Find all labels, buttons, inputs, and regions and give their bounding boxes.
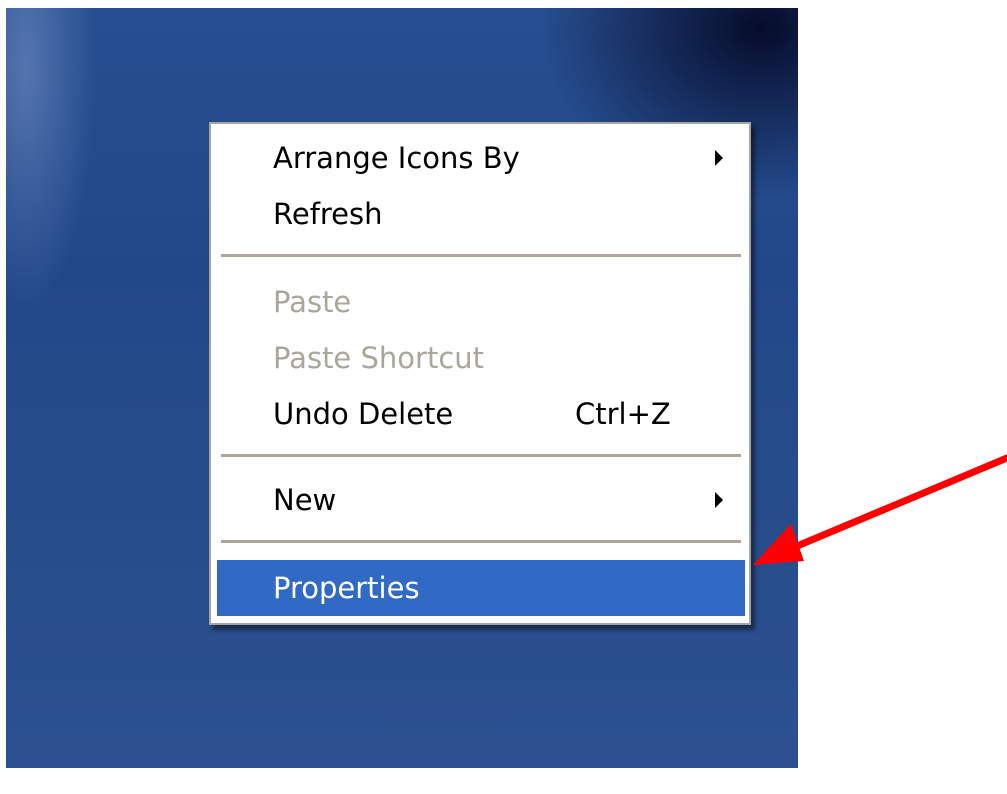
arrow-shaft — [786, 454, 1007, 553]
desktop-background[interactable]: Arrange Icons By Refresh Paste Paste Sho… — [6, 8, 798, 768]
menu-item-label: New — [273, 483, 337, 517]
menu-item-label: Paste — [273, 285, 352, 319]
screenshot-canvas: Arrange Icons By Refresh Paste Paste Sho… — [0, 0, 1007, 794]
menu-item-properties[interactable]: Properties — [217, 560, 745, 616]
menu-item-label: Properties — [273, 571, 420, 605]
menu-separator — [221, 540, 741, 543]
menu-item-label: Arrange Icons By — [273, 141, 520, 175]
menu-item-paste[interactable]: Paste — [211, 274, 749, 330]
menu-separator — [221, 454, 741, 457]
menu-item-refresh[interactable]: Refresh — [211, 186, 749, 242]
menu-item-shortcut: Ctrl+Z — [575, 397, 671, 431]
menu-item-paste-shortcut[interactable]: Paste Shortcut — [211, 330, 749, 386]
menu-item-new[interactable]: New — [211, 472, 749, 528]
menu-item-arrange-icons-by[interactable]: Arrange Icons By — [211, 130, 749, 186]
menu-item-label: Refresh — [273, 197, 383, 231]
menu-item-label: Paste Shortcut — [273, 341, 485, 375]
menu-separator — [221, 254, 741, 257]
submenu-arrow-icon — [715, 492, 723, 508]
menu-item-label: Undo Delete — [273, 397, 454, 431]
menu-item-undo-delete[interactable]: Undo Delete Ctrl+Z — [211, 386, 749, 442]
submenu-arrow-icon — [715, 150, 723, 166]
desktop-context-menu: Arrange Icons By Refresh Paste Paste Sho… — [209, 122, 751, 625]
